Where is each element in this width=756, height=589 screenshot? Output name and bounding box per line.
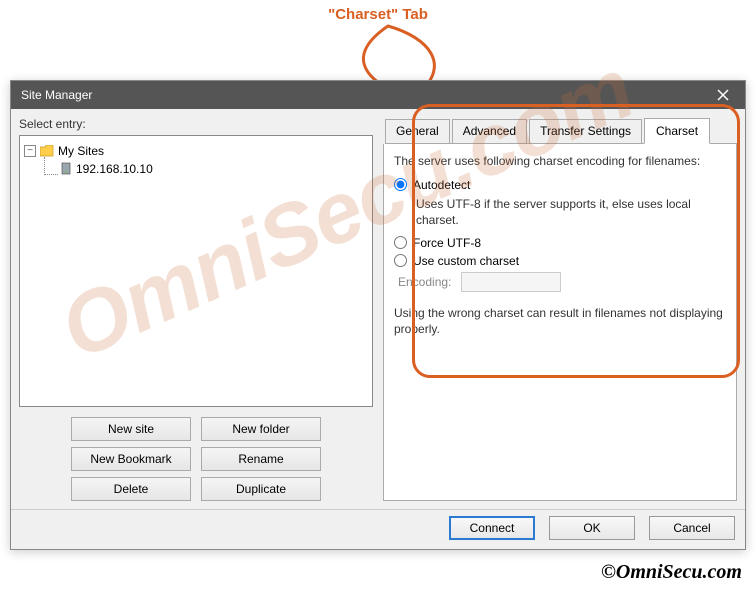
tab-advanced[interactable]: Advanced (452, 119, 527, 143)
annotation-label: "Charset" Tab (0, 6, 756, 23)
site-manager-dialog: Site Manager Select entry: − My Sites (10, 80, 746, 550)
copyright-text: ©OmniSecu.com (601, 561, 742, 584)
dialog-button-row: Connect OK Cancel (11, 509, 745, 548)
tab-charset[interactable]: Charset (644, 118, 710, 144)
charset-intro-text: The server uses following charset encodi… (394, 154, 726, 170)
tab-general[interactable]: General (385, 119, 450, 143)
connect-button[interactable]: Connect (449, 516, 535, 540)
radio-custom-row[interactable]: Use custom charset (394, 254, 726, 268)
site-tree[interactable]: − My Sites 192.168.10.10 (19, 135, 373, 407)
close-button[interactable] (701, 81, 745, 109)
radio-use-custom[interactable] (394, 254, 407, 267)
new-folder-button[interactable]: New folder (201, 417, 321, 441)
new-site-button[interactable]: New site (71, 417, 191, 441)
tab-transfer-settings[interactable]: Transfer Settings (529, 119, 642, 143)
radio-force-utf8-label: Force UTF-8 (413, 236, 481, 250)
radio-autodetect-row[interactable]: Autodetect (394, 178, 726, 192)
tree-item-row[interactable]: 192.168.10.10 (44, 160, 368, 178)
ok-button[interactable]: OK (549, 516, 635, 540)
tree-root-row[interactable]: − My Sites (24, 142, 368, 160)
duplicate-button[interactable]: Duplicate (201, 477, 321, 501)
radio-forceutf8-row[interactable]: Force UTF-8 (394, 236, 726, 250)
tree-collapse-icon[interactable]: − (24, 145, 36, 157)
titlebar: Site Manager (11, 81, 745, 109)
charset-warning-text: Using the wrong charset can result in fi… (394, 306, 726, 337)
encoding-label: Encoding: (398, 275, 451, 289)
rename-button[interactable]: Rename (201, 447, 321, 471)
delete-button[interactable]: Delete (71, 477, 191, 501)
server-icon (60, 162, 72, 176)
radio-autodetect-label: Autodetect (413, 178, 470, 192)
cancel-button[interactable]: Cancel (649, 516, 735, 540)
radio-use-custom-label: Use custom charset (413, 254, 519, 268)
close-icon (717, 89, 729, 101)
tree-item-label: 192.168.10.10 (76, 162, 153, 176)
window-title: Site Manager (21, 88, 92, 102)
tab-strip: General Advanced Transfer Settings Chars… (385, 117, 737, 144)
radio-autodetect[interactable] (394, 178, 407, 191)
radio-force-utf8[interactable] (394, 236, 407, 249)
tree-root-label: My Sites (58, 144, 104, 158)
select-entry-label: Select entry: (19, 117, 373, 131)
charset-panel: The server uses following charset encodi… (383, 144, 737, 501)
encoding-input (461, 272, 561, 292)
new-bookmark-button[interactable]: New Bookmark (71, 447, 191, 471)
autodetect-description: Uses UTF-8 if the server supports it, el… (416, 196, 726, 228)
tree-connector-icon (44, 157, 58, 175)
folder-icon (40, 145, 54, 157)
